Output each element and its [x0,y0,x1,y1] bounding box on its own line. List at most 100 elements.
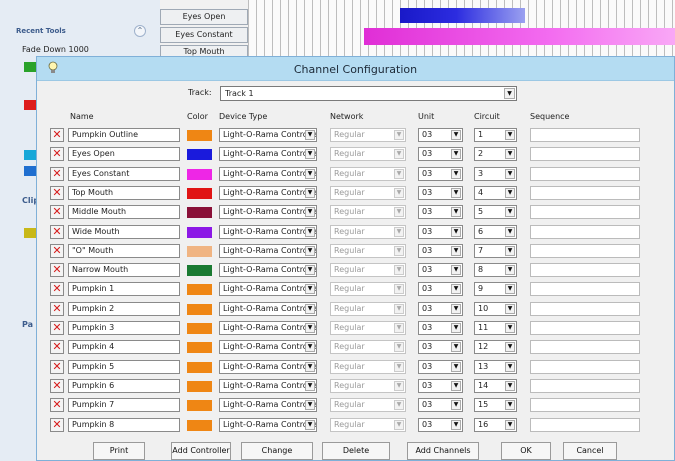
delete-channel-icon[interactable]: ✕ [50,224,64,239]
dropdown-arrow-icon[interactable]: ▼ [505,284,515,295]
device-type-select[interactable]: Light-O-Rama Controlle ▼ [219,128,317,142]
channel-color-swatch[interactable] [187,265,212,277]
sequence-field[interactable] [530,359,640,374]
dropdown-arrow-icon[interactable]: ▼ [505,130,515,140]
channel-name-input[interactable]: Pumpkin 1 [68,282,180,297]
dropdown-arrow-icon[interactable]: ▼ [305,207,315,218]
dropdown-arrow-icon[interactable]: ▼ [305,284,315,295]
dropdown-arrow-icon[interactable]: ▼ [305,323,315,333]
device-type-select[interactable]: Light-O-Rama Controlle ▼ [219,282,317,297]
dropdown-arrow-icon[interactable]: ▼ [305,342,315,353]
circuit-select[interactable]: 5 ▼ [474,205,517,220]
dropdown-arrow-icon[interactable]: ▼ [305,149,315,160]
device-type-select[interactable]: Light-O-Rama Controlle ▼ [219,417,317,432]
dropdown-arrow-icon[interactable]: ▼ [451,149,461,160]
sequence-field[interactable] [530,224,640,239]
dropdown-arrow-icon[interactable]: ▼ [305,168,315,179]
channel-name-input[interactable]: Wide Mouth [68,224,180,239]
unit-select[interactable]: 03 ▼ [418,378,463,393]
cancel-button[interactable]: Cancel [563,442,617,460]
collapse-icon[interactable]: ⌃ [134,25,146,37]
circuit-select[interactable]: 2 ▼ [474,147,517,162]
channel-name-input[interactable]: Pumpkin Outline [68,128,180,142]
delete-channel-icon[interactable]: ✕ [50,205,64,220]
bg-channel-eyes-constant[interactable]: Eyes Constant [160,27,248,43]
channel-color-swatch[interactable] [187,130,212,141]
dropdown-arrow-icon[interactable]: ▼ [505,168,515,179]
circuit-select[interactable]: 13 ▼ [474,359,517,374]
sequence-field[interactable] [530,205,640,220]
dropdown-arrow-icon[interactable]: ▼ [451,245,461,256]
tool-swatch[interactable] [24,228,36,238]
circuit-select[interactable]: 9 ▼ [474,282,517,297]
unit-select[interactable]: 03 ▼ [418,185,463,200]
delete-channel-icon[interactable]: ✕ [50,263,64,278]
channel-color-swatch[interactable] [187,419,212,431]
device-type-select[interactable]: Light-O-Rama Controlle ▼ [219,359,317,374]
dropdown-arrow-icon[interactable]: ▼ [451,168,461,179]
delete-controller-button[interactable]: Delete Controller [322,442,390,460]
effect-bar-eyes-constant[interactable] [364,28,675,45]
unit-select[interactable]: 03 ▼ [418,282,463,297]
channel-name-input[interactable]: Middle Mouth [68,205,180,220]
device-type-select[interactable]: Light-O-Rama Controlle ▼ [219,398,317,413]
ok-button[interactable]: OK [501,442,551,460]
dropdown-arrow-icon[interactable]: ▼ [305,187,315,198]
add-controller-button[interactable]: Add Controller [171,442,231,460]
dropdown-arrow-icon[interactable]: ▼ [305,303,315,314]
tool-swatch[interactable] [24,100,36,110]
dropdown-arrow-icon[interactable]: ▼ [505,303,515,314]
dropdown-arrow-icon[interactable]: ▼ [505,380,515,391]
unit-select[interactable]: 03 ▼ [418,359,463,374]
print-button[interactable]: Print [93,442,145,460]
dropdown-arrow-icon[interactable]: ▼ [451,207,461,218]
sequence-field[interactable] [530,185,640,200]
channel-name-input[interactable]: Pumpkin 2 [68,301,180,316]
circuit-select[interactable]: 4 ▼ [474,185,517,200]
sequence-field[interactable] [530,340,640,355]
delete-channel-icon[interactable]: ✕ [50,321,64,335]
sequence-field[interactable] [530,128,640,142]
dropdown-arrow-icon[interactable]: ▼ [451,400,461,411]
channel-name-input[interactable]: Pumpkin 8 [68,417,180,432]
dropdown-arrow-icon[interactable]: ▼ [305,265,315,276]
dropdown-arrow-icon[interactable]: ▼ [451,130,461,140]
tool-swatch[interactable] [24,150,36,160]
circuit-select[interactable]: 15 ▼ [474,398,517,413]
unit-select[interactable]: 03 ▼ [418,398,463,413]
effect-bar-eyes-open[interactable] [400,8,525,23]
circuit-select[interactable]: 7 ▼ [474,243,517,258]
delete-channel-icon[interactable]: ✕ [50,243,64,258]
dropdown-arrow-icon[interactable]: ▼ [451,419,461,430]
device-type-select[interactable]: Light-O-Rama Controlle ▼ [219,263,317,278]
channel-color-swatch[interactable] [187,284,212,296]
unit-select[interactable]: 03 ▼ [418,166,463,181]
delete-channel-icon[interactable]: ✕ [50,378,64,393]
unit-select[interactable]: 03 ▼ [418,205,463,220]
channel-name-input[interactable]: Pumpkin 4 [68,340,180,355]
sequence-field[interactable] [530,243,640,258]
add-channels-button[interactable]: Add Channels [407,442,479,460]
delete-channel-icon[interactable]: ✕ [50,359,64,374]
track-select[interactable]: Track 1 ▼ [220,86,517,101]
dropdown-arrow-icon[interactable]: ▼ [451,265,461,276]
dropdown-arrow-icon[interactable]: ▼ [451,187,461,198]
channel-name-input[interactable]: Pumpkin 6 [68,378,180,393]
channel-name-input[interactable]: Pumpkin 7 [68,398,180,413]
dropdown-arrow-icon[interactable]: ▼ [451,323,461,333]
channel-name-input[interactable]: Pumpkin 5 [68,359,180,374]
device-type-select[interactable]: Light-O-Rama Controlle ▼ [219,166,317,181]
circuit-select[interactable]: 11 ▼ [474,321,517,335]
channel-name-input[interactable]: Pumpkin 3 [68,321,180,335]
device-type-select[interactable]: Light-O-Rama Controlle ▼ [219,243,317,258]
dropdown-arrow-icon[interactable]: ▼ [305,419,315,430]
channel-color-swatch[interactable] [187,245,212,257]
sequence-field[interactable] [530,263,640,278]
dropdown-arrow-icon[interactable]: ▼ [504,88,515,99]
delete-channel-icon[interactable]: ✕ [50,282,64,297]
dropdown-arrow-icon[interactable]: ▼ [505,187,515,198]
change-controller-button[interactable]: Change Controller [241,442,313,460]
channel-color-swatch[interactable] [187,400,212,412]
dropdown-arrow-icon[interactable]: ▼ [451,361,461,372]
circuit-select[interactable]: 14 ▼ [474,378,517,393]
